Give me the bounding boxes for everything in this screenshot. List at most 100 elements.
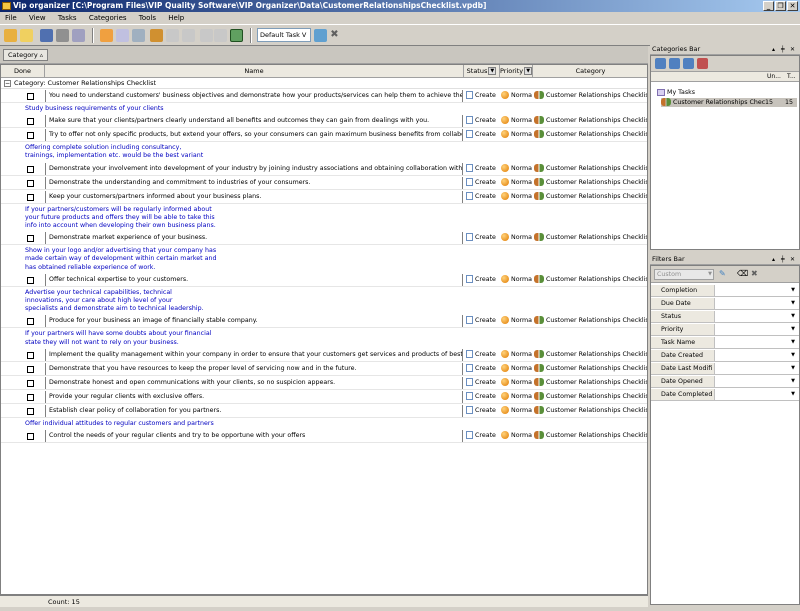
group-row[interactable]: − Category: Customer Relationships Checkl… [1,78,647,89]
task-priority[interactable]: Norma [501,232,532,244]
task-status[interactable]: Create [466,315,499,327]
priority-filter-dropdown[interactable]: ▼ [524,67,532,75]
task-priority[interactable]: Norma [501,115,532,127]
done-checkbox[interactable] [27,235,34,243]
done-checkbox[interactable] [27,165,34,173]
done-checkbox[interactable] [27,93,34,100]
chevron-down-icon[interactable]: ▼ [789,338,797,347]
chevron-down-icon[interactable]: ▼ [789,299,797,308]
task-status[interactable]: Create [466,129,499,141]
task-name[interactable]: Offer technical expertise to your custom… [45,273,463,286]
task-category[interactable]: Customer Relationships Checklist [534,191,647,203]
task-name[interactable]: Implement the quality management within … [45,348,463,361]
task-row[interactable]: Establish clear policy of collaboration … [1,404,647,418]
done-checkbox[interactable] [27,318,34,326]
collapse-icon[interactable]: − [4,79,11,87]
task-category[interactable]: Customer Relationships Checklist [534,274,647,286]
task-priority[interactable]: Norma [501,405,532,417]
done-checkbox[interactable] [27,393,34,401]
task-status[interactable]: Create [466,391,499,403]
chevron-down-icon[interactable]: ▼ [789,325,797,334]
task-category[interactable]: Customer Relationships Checklist [534,430,647,442]
task-priority[interactable]: Norma [501,129,532,141]
list-icon[interactable] [214,29,227,42]
done-checkbox[interactable] [27,276,34,284]
task-category[interactable]: Customer Relationships Checklist [534,405,647,417]
print-icon[interactable] [56,29,69,42]
task-category[interactable]: Customer Relationships Checklist [534,163,647,175]
filter-row[interactable]: Status ▼ [651,311,799,323]
task-category[interactable]: Customer Relationships Checklist [534,363,647,375]
task-category[interactable]: Customer Relationships Checklist [534,349,647,361]
done-checkbox[interactable] [27,132,34,140]
task-row[interactable]: Control the needs of your regular client… [1,430,647,443]
task-category[interactable]: Customer Relationships Checklist [534,315,647,327]
chevron-down-icon[interactable]: ▼ [789,377,797,386]
header-status[interactable]: Status ▼ [464,65,500,78]
menu-file[interactable]: File [0,12,22,24]
clear-filter-icon[interactable]: ⌫ [737,269,748,278]
chevron-down-icon[interactable]: ▼ [789,390,797,399]
chevron-down-icon[interactable]: ▼ [789,286,797,295]
header-done[interactable]: Done [1,65,45,78]
task-category[interactable]: Customer Relationships Checklist [534,129,647,141]
task-row[interactable]: Implement the quality management within … [1,348,647,362]
done-checkbox[interactable] [27,118,34,126]
task-name[interactable]: Demonstrate the understanding and commit… [45,176,463,189]
task-category[interactable]: Customer Relationships Checklist [534,232,647,244]
group-by-category-chip[interactable]: Category ▵ [3,49,49,61]
chevron-down-icon[interactable]: ▼ [789,364,797,373]
task-category[interactable]: Customer Relationships Checklist [534,177,647,189]
chevron-down-icon[interactable]: ▼ [789,312,797,321]
task-status[interactable]: Create [466,405,499,417]
task-status[interactable]: Create [466,177,499,189]
menu-help[interactable]: Help [163,12,189,24]
task-category[interactable]: Customer Relationships Checklist [534,377,647,389]
done-checkbox[interactable] [27,433,34,440]
task-status[interactable]: Create [466,377,499,389]
check-icon[interactable] [166,29,179,42]
status-filter-dropdown[interactable]: ▼ [488,67,497,75]
task-priority[interactable]: Norma [501,163,532,175]
done-checkbox[interactable] [27,407,34,415]
indent-icon[interactable] [200,29,213,42]
tree-item-my-tasks[interactable]: My Tasks [657,88,695,97]
add-subcategory-icon[interactable] [669,58,680,69]
task-row[interactable]: Demonstrate market experience of your bu… [1,232,647,246]
filter-row[interactable]: Date Created ▼ [651,350,799,362]
pin-icon[interactable]: ▴ [772,254,775,265]
task-status[interactable]: Create [466,349,499,361]
task-priority[interactable]: Norma [501,90,532,102]
auto-hide-icon[interactable]: ╪ [781,254,785,265]
task-row[interactable]: Produce for your business an image of fi… [1,315,647,329]
filter-row[interactable]: Date Last Modifi ▼ [651,363,799,375]
print-preview-icon[interactable] [72,29,85,42]
task-row[interactable]: Provide your regular clients with exclus… [1,390,647,404]
done-checkbox[interactable] [27,365,34,373]
task-name[interactable]: Keep your customers/partners informed ab… [45,190,463,203]
task-name[interactable]: Control the needs of your regular client… [45,430,463,442]
task-row[interactable]: You need to understand customers' busine… [1,90,647,103]
task-name[interactable]: Produce for your business an image of fi… [45,315,463,328]
restore-button[interactable]: ❐ [775,1,786,11]
done-checkbox[interactable] [27,193,34,201]
task-category[interactable]: Customer Relationships Checklist [534,391,647,403]
menu-tasks[interactable]: Tasks [53,12,82,24]
task-status[interactable]: Create [466,274,499,286]
close-pane-icon[interactable]: ✕ [790,254,795,265]
task-priority[interactable]: Norma [501,177,532,189]
close-button[interactable]: ✕ [787,1,798,11]
task-row[interactable]: Demonstrate your involvement into develo… [1,162,647,176]
pin-icon[interactable]: ▴ [772,44,775,55]
task-priority[interactable]: Norma [501,430,532,442]
header-category[interactable]: Category [533,65,647,78]
done-checkbox[interactable] [27,379,34,387]
undo-icon[interactable] [150,29,163,42]
task-status[interactable]: Create [466,232,499,244]
task-row[interactable]: Demonstrate that you have resources to k… [1,362,647,376]
task-priority[interactable]: Norma [501,191,532,203]
edit-category-icon[interactable] [683,58,694,69]
task-name[interactable]: Try to offer not only specific products,… [45,129,463,142]
task-priority[interactable]: Norma [501,274,532,286]
apply-filter-icon[interactable]: ✎ [719,269,726,278]
